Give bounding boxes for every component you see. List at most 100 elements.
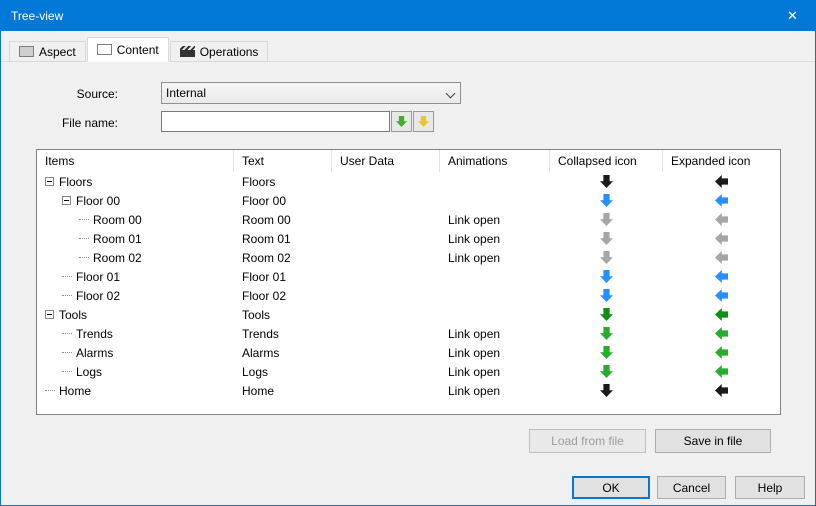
tree-expander-icon[interactable] <box>62 196 71 205</box>
collapsed-icon-cell <box>550 308 663 321</box>
text-cell: Alarms <box>242 345 280 360</box>
load-from-file-button[interactable]: Load from file <box>529 429 646 453</box>
table-row[interactable]: Room 00 Room 00 Link open <box>37 210 780 229</box>
expanded-left-arrow-icon <box>715 289 728 302</box>
text-cell: Logs <box>242 364 269 379</box>
help-button[interactable]: Help <box>735 476 805 499</box>
expanded-icon-cell <box>663 270 780 283</box>
collapsed-down-arrow-icon <box>600 194 613 207</box>
column-header-user-data[interactable]: User Data <box>332 150 440 172</box>
column-header-expanded-icon[interactable]: Expanded icon <box>663 150 780 172</box>
tab-content-label: Content <box>116 42 159 57</box>
filename-export-button[interactable] <box>413 111 434 132</box>
animations-cell: Link open <box>448 345 501 360</box>
save-in-file-button[interactable]: Save in file <box>655 429 771 453</box>
tab-bar: Aspect Content Operations <box>9 37 269 62</box>
expanded-left-arrow-icon <box>715 308 728 321</box>
window-title: Tree-view <box>11 9 64 23</box>
expanded-left-arrow-icon <box>715 384 728 397</box>
tree-connector-line <box>62 276 72 277</box>
table-row[interactable]: Floor 00 Floor 00 <box>37 191 780 210</box>
tree-item-label: Alarms <box>76 345 114 360</box>
tree-expander-icon[interactable] <box>45 310 54 319</box>
expanded-icon-cell <box>663 365 780 378</box>
table-header: Items Text User Data Animations Collapse… <box>37 150 780 172</box>
source-label: Source: <box>76 87 118 101</box>
table-row[interactable]: Home Home Link open <box>37 381 780 400</box>
collapsed-icon-cell <box>550 327 663 340</box>
filename-label: File name: <box>61 116 118 130</box>
expanded-left-arrow-icon <box>715 232 728 245</box>
collapsed-icon-cell <box>550 346 663 359</box>
minus-glyph <box>47 314 52 315</box>
table-row[interactable]: Trends Trends Link open <box>37 324 780 343</box>
tree-item-label: Room 00 <box>93 212 142 227</box>
table-row[interactable]: Floor 02 Floor 02 <box>37 286 780 305</box>
table-row[interactable]: Logs Logs Link open <box>37 362 780 381</box>
close-button[interactable]: ✕ <box>770 1 815 31</box>
tab-aspect[interactable]: Aspect <box>9 41 86 62</box>
animations-cell: Link open <box>448 364 501 379</box>
tree-item-label: Room 01 <box>93 231 142 246</box>
tab-operations-label: Operations <box>199 44 259 59</box>
table-row[interactable]: Room 02 Room 02 Link open <box>37 248 780 267</box>
tree-connector-line <box>79 219 89 220</box>
expanded-icon-cell <box>663 346 780 359</box>
tree-item-cell: Logs <box>37 365 234 379</box>
green-arrow-icon <box>396 116 407 127</box>
collapsed-down-arrow-icon <box>600 384 613 397</box>
content-icon <box>96 44 112 55</box>
tree-expander-icon[interactable] <box>45 177 54 186</box>
close-icon: ✕ <box>787 8 798 23</box>
tab-content[interactable]: Content <box>86 37 169 62</box>
expanded-left-arrow-icon <box>715 365 728 378</box>
column-header-items[interactable]: Items <box>37 150 234 172</box>
tree-item-label: Floor 02 <box>76 288 121 303</box>
collapsed-down-arrow-icon <box>600 289 613 302</box>
table-row[interactable]: Room 01 Room 01 Link open <box>37 229 780 248</box>
collapsed-icon-cell <box>550 384 663 397</box>
collapsed-down-arrow-icon <box>600 365 613 378</box>
content-table: Items Text User Data Animations Collapse… <box>36 149 781 415</box>
collapsed-icon-cell <box>550 194 663 207</box>
expanded-left-arrow-icon <box>715 346 728 359</box>
column-header-collapsed-icon[interactable]: Collapsed icon <box>550 150 663 172</box>
tree-item-cell: Room 01 <box>37 232 234 246</box>
expanded-left-arrow-icon <box>715 175 728 188</box>
filename-import-button[interactable] <box>391 111 412 132</box>
text-cell: Floor 00 <box>242 193 287 208</box>
collapsed-icon-cell <box>550 289 663 302</box>
animations-cell: Link open <box>448 250 501 265</box>
collapsed-down-arrow-icon <box>600 327 613 340</box>
table-row[interactable]: Floor 01 Floor 01 <box>37 267 780 286</box>
ok-button[interactable]: OK <box>572 476 650 499</box>
column-header-animations[interactable]: Animations <box>440 150 550 172</box>
filename-input[interactable] <box>161 111 390 132</box>
titlebar[interactable]: Tree-view <box>1 1 815 31</box>
source-dropdown[interactable]: Internal <box>161 82 461 104</box>
tree-item-cell: Trends <box>37 327 234 341</box>
source-value: Internal <box>166 86 207 100</box>
table-row[interactable]: Alarms Alarms Link open <box>37 343 780 362</box>
column-header-text[interactable]: Text <box>234 150 332 172</box>
collapsed-icon-cell <box>550 175 663 188</box>
tree-item-label: Tools <box>59 307 88 322</box>
animations-cell: Link open <box>448 231 501 246</box>
collapsed-icon-cell <box>550 213 663 226</box>
text-cell: Room 00 <box>242 212 291 227</box>
expanded-icon-cell <box>663 194 780 207</box>
tab-operations[interactable]: Operations <box>169 41 269 62</box>
table-body: Floors Floors Floor 00 Floor 00 Room 00 Room … <box>37 172 780 400</box>
expanded-icon-cell <box>663 175 780 188</box>
chevron-down-icon <box>447 90 454 97</box>
animations-cell: Link open <box>448 326 501 341</box>
animations-cell: Link open <box>448 383 501 398</box>
cancel-button[interactable]: Cancel <box>657 476 726 499</box>
tree-connector-line <box>79 238 89 239</box>
table-row[interactable]: Floors Floors <box>37 172 780 191</box>
table-row[interactable]: Tools Tools <box>37 305 780 324</box>
tree-item-label: Floors <box>59 174 93 189</box>
tree-item-cell: Alarms <box>37 346 234 360</box>
collapsed-icon-cell <box>550 365 663 378</box>
tree-item-label: Home <box>59 383 92 398</box>
